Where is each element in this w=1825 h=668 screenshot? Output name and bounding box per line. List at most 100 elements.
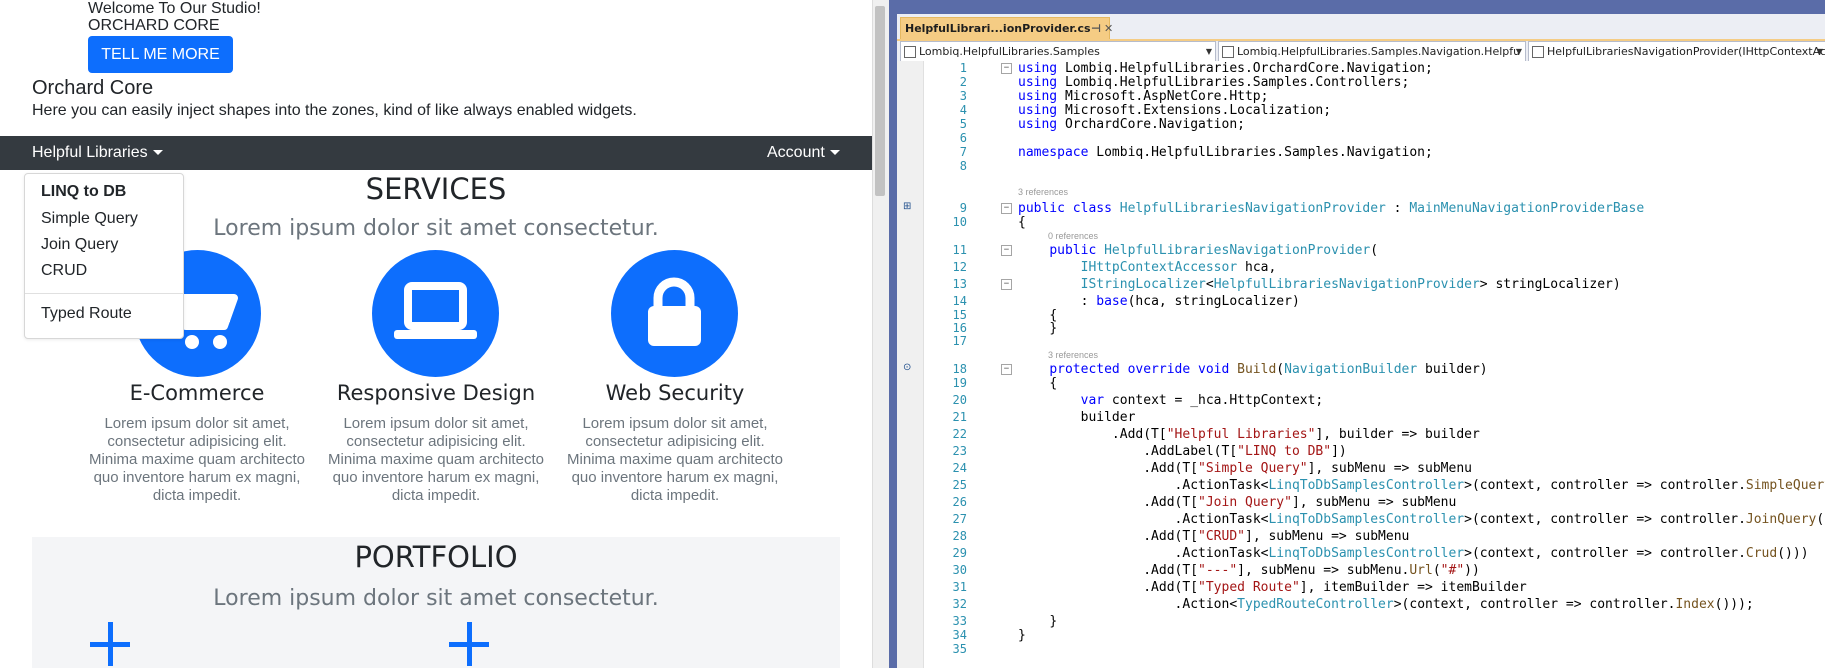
code-line-32: .Action<TypedRouteController>(context, c… <box>1018 597 1754 612</box>
service-text-security: Lorem ipsum dolor sit amet, consectetur … <box>567 415 783 504</box>
dropdown-item-typed-route[interactable]: Typed Route <box>41 305 132 323</box>
site-description: Here you can easily inject shapes into t… <box>32 102 637 119</box>
type-name: MainMenuNavigationProviderBase <box>1409 201 1645 216</box>
close-icon[interactable]: ✕ <box>1104 18 1113 40</box>
code-text: } <box>1049 321 1058 336</box>
line-number: 33 <box>952 614 967 628</box>
type-name: IHttpContextAccessor <box>1080 260 1238 275</box>
codelens-references[interactable]: 3 references <box>1048 350 1098 360</box>
lock-icon <box>648 277 701 346</box>
code-text: ())); <box>1714 597 1754 612</box>
tab-helpful-libraries-provider[interactable]: HelpfulLibrari...ionProvider.cs ⊣ ✕ <box>900 17 1113 41</box>
code-line-34: } <box>1018 628 1026 643</box>
override-glyph-icon[interactable]: ⊙ <box>903 362 915 374</box>
code-text: : <box>1385 201 1410 216</box>
project-dropdown[interactable]: Lombiq.HelpfulLibraries.Samples ▼ <box>900 41 1216 62</box>
code-text: : <box>1080 294 1097 309</box>
code-line-4: using Microsoft.Extensions.Localization; <box>1018 103 1331 118</box>
type-dropdown[interactable]: Lombiq.HelpfulLibraries.Samples.Navigati… <box>1218 41 1526 62</box>
plus-icon[interactable] <box>449 622 489 666</box>
chevron-down-icon <box>829 150 840 156</box>
collapse-icon[interactable]: − <box>1001 203 1012 214</box>
nav-account[interactable]: Account <box>767 136 840 170</box>
collapse-icon[interactable]: − <box>1001 364 1012 375</box>
code-text: ]) <box>1331 444 1347 459</box>
code-text: .Add(T[ <box>1143 529 1199 544</box>
type-name: HelpfulLibrariesNavigationProvider <box>1104 243 1371 258</box>
code-text: >(context, controller => controller. <box>1464 478 1746 493</box>
code-text: Lombiq.HelpfulLibraries.OrchardCore.Navi… <box>1057 61 1433 76</box>
line-number: 32 <box>952 597 967 611</box>
line-number: 23 <box>952 444 967 458</box>
keyword: using <box>1018 75 1058 90</box>
line-number: 15 <box>952 308 967 322</box>
string-literal: "---" <box>1198 563 1238 578</box>
code-line-18: protected override void Build(Navigation… <box>1018 362 1488 377</box>
code-line-25: .ActionTask<LinqToDbSamplesController>(c… <box>1018 478 1825 493</box>
line-number: 6 <box>959 131 967 145</box>
code-text: { <box>1018 215 1026 230</box>
implements-glyph-icon[interactable]: ⊞ <box>903 201 915 213</box>
code-text: .ActionTask< <box>1174 478 1269 493</box>
code-text: (hca, stringLocalizer) <box>1127 294 1300 309</box>
codelens-references[interactable]: 0 references <box>1048 231 1098 241</box>
collapse-icon[interactable]: − <box>1001 245 1012 256</box>
line-number: 8 <box>959 159 967 173</box>
dropdown-divider <box>25 293 183 294</box>
code-line-9: public class HelpfulLibrariesNavigationP… <box>1018 201 1644 216</box>
code-text: builder) <box>1417 362 1488 377</box>
code-line-5: using OrchardCore.Navigation; <box>1018 117 1245 132</box>
dropdown-item-simple-query[interactable]: Simple Query <box>41 210 138 228</box>
code-text: )) <box>1464 563 1480 578</box>
toolbar-strip <box>897 0 1825 14</box>
code-text: .Add(T[ <box>1143 580 1199 595</box>
nav-helpful-libraries[interactable]: Helpful Libraries <box>32 136 163 170</box>
line-number: 9 <box>959 201 967 215</box>
method-name: SimpleQuery <box>1745 478 1825 493</box>
nav-account-label: Account <box>767 144 825 161</box>
code-text: .AddLabel(T[ <box>1143 444 1238 459</box>
project-dropdown-value: Lombiq.HelpfulLibraries.Samples <box>919 45 1100 58</box>
code-text: ())) <box>1816 512 1825 527</box>
chevron-down-icon <box>152 150 163 156</box>
codelens-references[interactable]: 3 references <box>1018 187 1068 197</box>
plus-icon[interactable] <box>90 622 130 666</box>
code-text: { <box>1049 376 1058 391</box>
member-dropdown-value: HelpfulLibrariesNavigationProvider(IHttp… <box>1547 45 1825 58</box>
service-text-responsive: Lorem ipsum dolor sit amet, consectetur … <box>328 415 544 504</box>
code-line-26: .Add(T["Join Query"], subMenu => subMenu <box>1018 495 1456 510</box>
member-dropdown[interactable]: HelpfulLibrariesNavigationProvider(IHttp… <box>1528 41 1825 62</box>
code-text: context = _hca.HttpContext; <box>1104 393 1324 408</box>
code-editor-window: HelpfulLibrari...ionProvider.cs ⊣ ✕ Lomb… <box>889 0 1825 668</box>
collapse-icon[interactable]: − <box>1001 63 1012 74</box>
browser-scroll-thumb[interactable] <box>875 6 885 196</box>
line-number: 16 <box>952 321 967 335</box>
code-text: ], itemBuilder => itemBuilder <box>1299 580 1527 595</box>
line-number: 5 <box>959 117 967 131</box>
line-number: 2 <box>959 75 967 89</box>
dropdown-item-crud[interactable]: CRUD <box>41 262 87 280</box>
line-number: 34 <box>952 628 967 642</box>
chevron-down-icon: ▼ <box>1515 47 1522 56</box>
dropdown-item-join-query[interactable]: Join Query <box>41 236 118 254</box>
collapse-icon[interactable]: − <box>1001 279 1012 290</box>
code-text: ( <box>1432 563 1441 578</box>
type-dropdown-value: Lombiq.HelpfulLibraries.Samples.Navigati… <box>1237 45 1521 58</box>
helpful-libraries-dropdown: LINQ to DB Simple Query Join Query CRUD … <box>24 173 184 339</box>
code-text: .ActionTask< <box>1174 546 1269 561</box>
code-line-29: .ActionTask<LinqToDbSamplesController>(c… <box>1018 546 1809 561</box>
string-literal: "CRUD" <box>1198 529 1245 544</box>
hero-subtitle: ORCHARD CORE <box>88 17 220 34</box>
code-text: .ActionTask< <box>1174 512 1269 527</box>
dropdown-header-linq: LINQ to DB <box>41 183 127 200</box>
pin-icon[interactable]: ⊣ <box>1091 18 1101 40</box>
code-text: < <box>1205 277 1214 292</box>
line-number: 25 <box>952 478 967 492</box>
keyword: public <box>1049 243 1097 258</box>
method-name: Build <box>1237 362 1277 377</box>
tell-me-more-button[interactable]: TELL ME MORE <box>88 36 233 73</box>
code-text: >(context, controller => controller. <box>1464 512 1746 527</box>
code-editor[interactable]: ⊞ ⊙ 1 2 3 4 5 6 7 8 9 10 11 12 13 14 15 … <box>897 61 1825 668</box>
code-text: ( <box>1276 362 1285 377</box>
